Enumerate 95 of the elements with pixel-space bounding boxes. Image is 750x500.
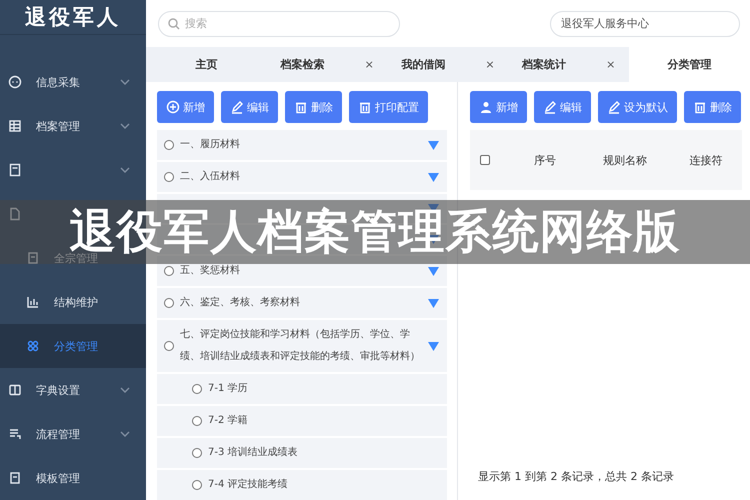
- checkbox[interactable]: [480, 155, 490, 165]
- caret-icon[interactable]: [428, 235, 439, 244]
- tree-item-label: 7-1 学历: [208, 382, 249, 396]
- radio-button[interactable]: [192, 416, 202, 426]
- trash-icon: [294, 100, 308, 114]
- menu-item[interactable]: 流程管理: [0, 412, 146, 456]
- document-icon: [26, 251, 40, 265]
- pencil-icon: [230, 100, 244, 114]
- tree-item-label: 五、奖惩材料: [180, 264, 241, 278]
- menu-label: 结构维护: [54, 294, 98, 310]
- trash-icon: [358, 100, 372, 114]
- radio-button[interactable]: [192, 480, 202, 490]
- radio-button[interactable]: [164, 266, 174, 276]
- menu-label: 全宗管理: [54, 252, 98, 266]
- menu-item[interactable]: 结构维护: [0, 280, 146, 324]
- tab[interactable]: 档案统计 ×: [508, 47, 630, 82]
- tab-label: 主页: [195, 57, 218, 72]
- tree-item[interactable]: 7-2 学籍: [157, 406, 447, 436]
- plus-icon: [166, 100, 180, 114]
- close-icon[interactable]: ×: [364, 58, 374, 71]
- tree-item[interactable]: 7-1 学历: [157, 374, 447, 404]
- radio-button[interactable]: [164, 172, 174, 182]
- list-icon: [8, 427, 22, 441]
- app-logo: 退役军人: [0, 0, 146, 35]
- caret-icon[interactable]: [428, 298, 439, 308]
- menu-label: 模板管理: [36, 470, 80, 486]
- tree-item[interactable]: 7-4 评定技能考绩: [157, 470, 447, 500]
- menu-label: 分类管理: [54, 338, 98, 354]
- menu-item[interactable]: 模板管理: [0, 456, 146, 500]
- chat-icon: [8, 75, 22, 89]
- close-icon[interactable]: ×: [606, 58, 616, 71]
- tree-item-label: 一、履历材料: [180, 138, 241, 152]
- column-header: 序号: [533, 152, 557, 168]
- tab-label: 我的借阅: [401, 57, 446, 72]
- radio-button[interactable]: [192, 448, 202, 458]
- tab[interactable]: 主页: [146, 47, 267, 82]
- tree-item[interactable]: 7-3 培训结业成绩表: [157, 438, 447, 468]
- toolbar-button[interactable]: 设为默认: [598, 91, 677, 123]
- menu-item[interactable]: 档案管理: [0, 104, 146, 148]
- tree-item[interactable]: 七、评定岗位技能和学习材料（包括学历、学位、学绩、培训结业成绩表和评定技能的考绩、审批等材料）: [157, 320, 447, 372]
- tree-item[interactable]: 六、鉴定、考核、考察材料: [157, 288, 447, 318]
- table-icon: [8, 119, 22, 133]
- toolbar-button[interactable]: 新增: [157, 91, 214, 123]
- toolbar-button[interactable]: 删除: [684, 91, 741, 123]
- caret-icon[interactable]: [428, 140, 439, 150]
- pagination-info: 显示第 1 到第 2 条记录，总共 2 条记录: [477, 469, 675, 484]
- pencil-icon: [543, 100, 557, 114]
- menu-label: 流程管理: [36, 426, 80, 442]
- caret-icon[interactable]: [428, 266, 439, 276]
- chart-icon: [26, 295, 40, 309]
- close-icon[interactable]: ×: [485, 58, 495, 71]
- column-header: 连接符: [688, 152, 724, 168]
- toolbar-button[interactable]: 编辑: [534, 91, 591, 123]
- toolbar-button[interactable]: 新增: [470, 91, 527, 123]
- column-header: 规则名称: [602, 152, 648, 168]
- tree-item-label: 六、鉴定、考核、考察材料: [180, 296, 301, 310]
- menu-label: 字典设置: [36, 382, 80, 398]
- menu-item[interactable]: 分类管理: [0, 324, 146, 368]
- tab-label: 档案统计: [522, 57, 566, 72]
- file-icon: [8, 207, 22, 221]
- user-icon: [479, 100, 493, 114]
- tree-item-label: 7-3 培训结业成绩表: [208, 446, 299, 460]
- radio-button[interactable]: [164, 298, 174, 308]
- caret-icon[interactable]: [428, 172, 439, 182]
- tab-label: 档案检索: [280, 57, 325, 72]
- radio-button[interactable]: [192, 384, 202, 394]
- tree-item-label: 7-2 学籍: [208, 414, 249, 428]
- tab[interactable]: 我的借阅 ×: [388, 47, 508, 82]
- tab-label: 分类管理: [668, 57, 712, 72]
- trash-icon: [693, 100, 707, 114]
- document-icon: [8, 471, 22, 485]
- tree-item-label: 7-4 评定技能考绩: [208, 478, 289, 492]
- tab[interactable]: 档案检索 ×: [266, 47, 388, 82]
- tree-item[interactable]: 二、入伍材料: [157, 162, 447, 192]
- tree-item-label: 七、评定岗位技能和学习材料（包括学历、学位、学绩、培训结业成绩表和评定技能的考绩、审批等材料）: [180, 328, 421, 364]
- search-field[interactable]: 搜索: [158, 10, 400, 36]
- tab[interactable]: 分类管理: [629, 47, 750, 82]
- tree-item-label: 二、入伍材料: [180, 170, 241, 184]
- menu-item[interactable]: 信息采集: [0, 60, 146, 104]
- caret-icon[interactable]: [428, 342, 439, 350]
- panel-icon: [8, 383, 22, 397]
- radio-button[interactable]: [164, 140, 174, 150]
- organization-field[interactable]: 退役军人服务中心: [550, 10, 740, 36]
- tree-item[interactable]: 五、奖惩材料: [157, 256, 447, 286]
- book-icon: [8, 163, 22, 177]
- toolbar-button[interactable]: 删除: [285, 91, 342, 123]
- tree-item[interactable]: 一、履历材料: [157, 130, 447, 160]
- menu-label: 信息采集: [36, 74, 80, 90]
- grid-icon: [26, 339, 40, 353]
- menu-item[interactable]: 字典设置: [0, 368, 146, 412]
- menu-label: 档案管理: [36, 118, 80, 134]
- toolbar-button[interactable]: 打印配置: [349, 91, 428, 123]
- toolbar-button[interactable]: 编辑: [221, 91, 278, 123]
- pencil-icon: [607, 100, 621, 114]
- radio-button[interactable]: [164, 341, 174, 351]
